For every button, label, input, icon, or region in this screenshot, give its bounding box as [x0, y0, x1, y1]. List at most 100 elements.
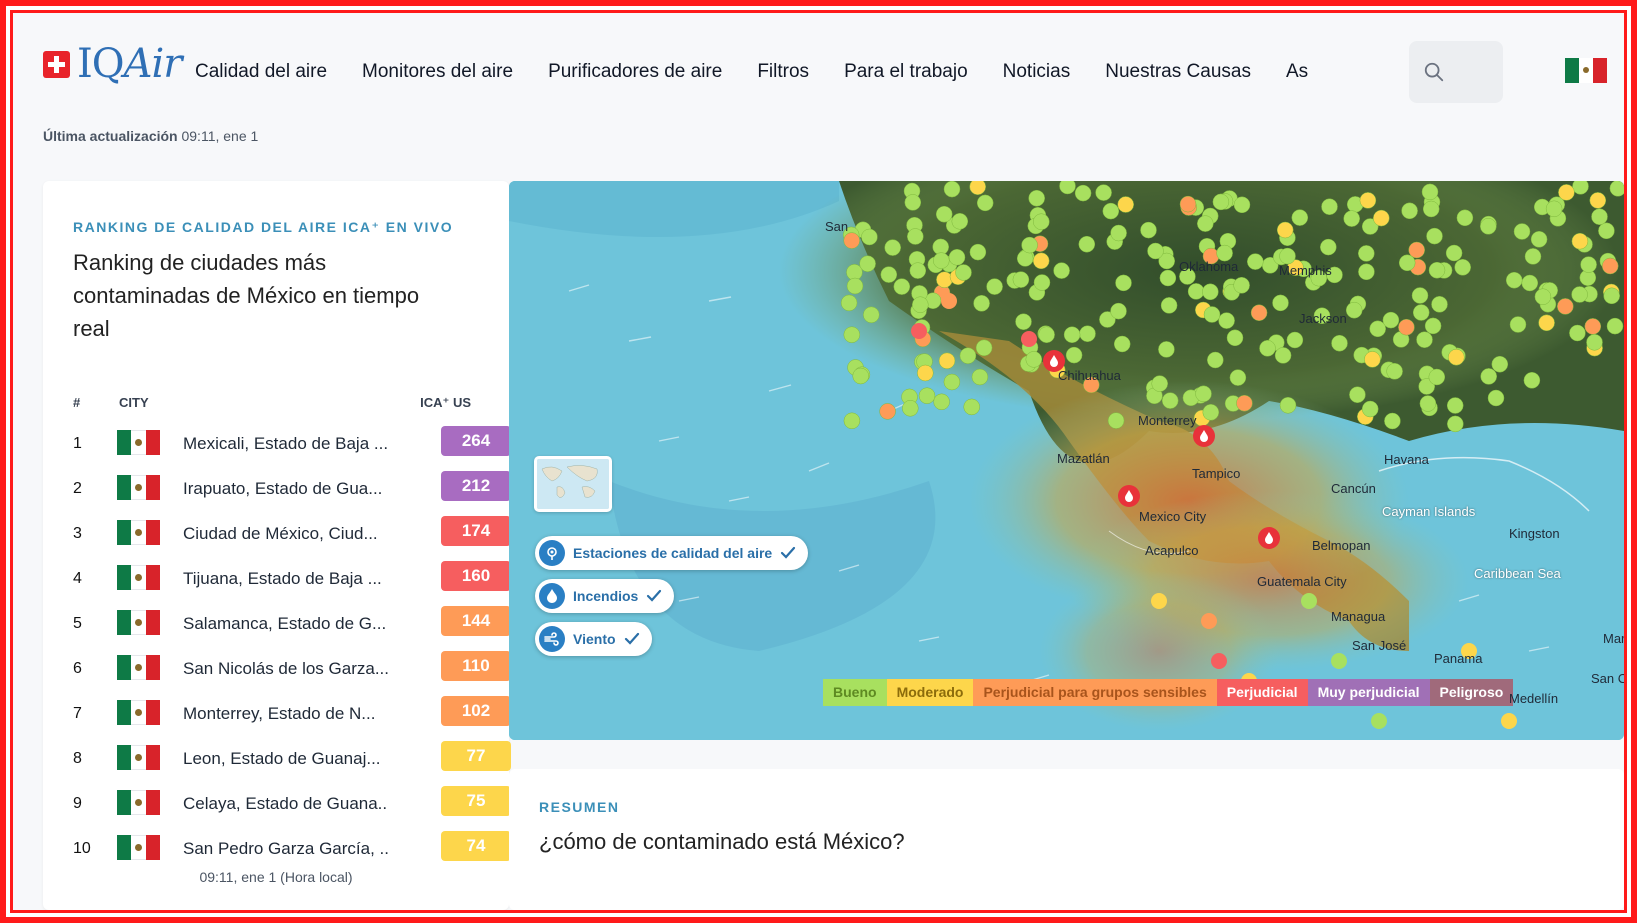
station-marker[interactable] — [1107, 412, 1125, 429]
city-name[interactable]: Tijuana, Estado de Baja ... — [183, 569, 388, 589]
station-marker[interactable] — [1373, 209, 1390, 227]
station-marker[interactable] — [1274, 347, 1292, 364]
station-marker[interactable] — [1301, 593, 1317, 609]
station-marker[interactable] — [1384, 412, 1401, 430]
station-marker[interactable] — [933, 393, 950, 411]
station-marker[interactable] — [1147, 242, 1164, 260]
station-marker[interactable] — [1021, 331, 1037, 347]
station-marker[interactable] — [1419, 395, 1437, 412]
station-marker[interactable] — [1386, 363, 1403, 380]
station-marker[interactable] — [1117, 196, 1134, 213]
station-marker[interactable] — [1159, 269, 1177, 287]
station-marker[interactable] — [1343, 210, 1360, 227]
station-marker[interactable] — [1320, 238, 1337, 256]
station-marker[interactable] — [1207, 351, 1224, 369]
station-marker[interactable] — [1416, 331, 1433, 348]
station-marker[interactable] — [1033, 213, 1050, 230]
nav-item-2[interactable]: Purificadores de aire — [548, 61, 722, 83]
station-marker[interactable] — [1229, 369, 1247, 386]
station-marker[interactable] — [1584, 318, 1602, 335]
station-marker[interactable] — [951, 213, 969, 230]
station-marker[interactable] — [935, 205, 953, 223]
station-marker[interactable] — [1412, 304, 1430, 321]
station-marker[interactable] — [1102, 202, 1120, 220]
ranking-row[interactable]: 7 Monterrey, Estado de N... 102 — [73, 691, 511, 736]
station-marker[interactable] — [976, 194, 994, 212]
station-marker[interactable] — [1038, 326, 1055, 343]
search-button[interactable] — [1409, 41, 1503, 103]
station-marker[interactable] — [1065, 346, 1083, 364]
station-marker[interactable] — [1211, 653, 1227, 669]
station-marker[interactable] — [1331, 653, 1347, 669]
station-marker[interactable] — [1534, 288, 1552, 305]
nav-item-4[interactable]: Para el trabajo — [844, 61, 968, 83]
station-marker[interactable] — [936, 271, 953, 288]
station-marker[interactable] — [933, 252, 950, 269]
station-marker[interactable] — [907, 228, 924, 245]
station-marker[interactable] — [1589, 192, 1607, 209]
toggle-station[interactable]: Estaciones de calidad del aire — [535, 536, 809, 570]
station-marker[interactable] — [1349, 386, 1366, 403]
station-marker[interactable] — [1286, 331, 1304, 349]
ranking-row[interactable]: 3 Ciudad de México, Ciud... 174 — [73, 511, 511, 556]
station-marker[interactable] — [1053, 262, 1070, 279]
station-marker[interactable] — [846, 277, 864, 295]
station-marker[interactable] — [1428, 368, 1446, 386]
station-marker[interactable] — [1428, 261, 1446, 279]
station-marker[interactable] — [1530, 231, 1548, 248]
air-quality-map[interactable]: Estaciones de calidad del aire Incendios V… — [509, 181, 1624, 740]
station-marker[interactable] — [1456, 209, 1474, 227]
city-name[interactable]: Leon, Estado de Guanaj... — [183, 749, 388, 769]
station-marker[interactable] — [1513, 223, 1531, 240]
station-marker[interactable] — [1571, 232, 1589, 250]
station-marker[interactable] — [884, 239, 901, 256]
station-marker[interactable] — [1272, 294, 1289, 312]
station-marker[interactable] — [912, 296, 929, 313]
station-marker[interactable] — [1012, 271, 1030, 288]
toggle-wind[interactable]: Viento — [535, 622, 652, 656]
nav-item-7[interactable]: As — [1286, 61, 1308, 83]
station-marker[interactable] — [941, 293, 957, 309]
station-marker[interactable] — [1598, 222, 1615, 240]
station-marker[interactable] — [1445, 244, 1463, 262]
station-marker[interactable] — [1398, 254, 1416, 272]
station-marker[interactable] — [843, 412, 861, 430]
station-marker[interactable] — [879, 403, 896, 420]
station-marker[interactable] — [1426, 227, 1443, 245]
city-name[interactable]: Mexicali, Estado de Baja ... — [183, 434, 388, 454]
station-marker[interactable] — [943, 373, 961, 391]
station-marker[interactable] — [1028, 189, 1045, 207]
station-marker[interactable] — [1359, 192, 1377, 209]
station-marker[interactable] — [1358, 245, 1375, 262]
station-marker[interactable] — [1591, 208, 1608, 225]
station-marker[interactable] — [1358, 263, 1375, 281]
station-marker[interactable] — [1247, 253, 1264, 270]
ranking-row[interactable]: 4 Tijuana, Estado de Baja ... 160 — [73, 556, 511, 601]
station-marker[interactable] — [1233, 196, 1251, 214]
station-marker[interactable] — [904, 194, 922, 211]
city-name[interactable]: Irapuato, Estado de Gua... — [183, 479, 388, 499]
station-marker[interactable] — [1398, 318, 1415, 336]
station-marker[interactable] — [1609, 181, 1624, 197]
station-marker[interactable] — [843, 232, 860, 249]
station-marker[interactable] — [1218, 312, 1235, 329]
ranking-row[interactable]: 8 Leon, Estado de Guanaj... 77 — [73, 736, 511, 781]
station-marker[interactable] — [1179, 195, 1197, 213]
station-marker[interactable] — [1161, 392, 1179, 409]
station-marker[interactable] — [1079, 325, 1096, 342]
iqair-logo[interactable]: IQAir — [43, 41, 182, 87]
city-name[interactable]: Salamanca, Estado de G... — [183, 614, 388, 634]
station-marker[interactable] — [1580, 256, 1597, 273]
station-marker[interactable] — [1095, 184, 1112, 201]
station-marker[interactable] — [955, 264, 972, 281]
station-marker[interactable] — [1025, 351, 1043, 368]
station-marker[interactable] — [1431, 296, 1448, 313]
station-marker[interactable] — [1557, 298, 1574, 315]
station-marker[interactable] — [1480, 368, 1497, 385]
station-marker[interactable] — [969, 243, 987, 261]
station-marker[interactable] — [1331, 334, 1348, 352]
station-marker[interactable] — [1421, 183, 1439, 201]
station-marker[interactable] — [1371, 713, 1387, 729]
nav-item-3[interactable]: Filtros — [757, 61, 809, 83]
ranking-row[interactable]: 5 Salamanca, Estado de G... 144 — [73, 601, 511, 646]
